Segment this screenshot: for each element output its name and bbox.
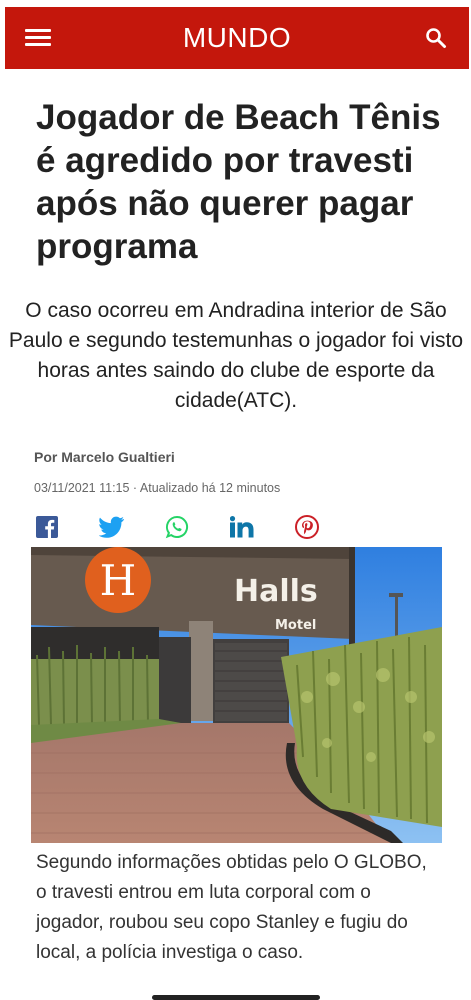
article-photo: H Halls Motel	[31, 547, 442, 843]
motel-sign-sub: Motel	[275, 618, 316, 633]
photo-caption: Segundo informações obtidas pelo O GLOBO…	[36, 852, 427, 963]
motel-logo-letter: H	[100, 556, 137, 605]
pinterest-icon[interactable]	[294, 514, 320, 540]
whatsapp-icon[interactable]	[164, 514, 190, 540]
home-indicator[interactable]	[152, 995, 320, 1000]
article-author[interactable]: Por Marcelo Gualtieri	[34, 449, 175, 465]
article-headline: Jogador de Beach Tênis é agredido por tr…	[36, 98, 441, 266]
facebook-icon[interactable]	[34, 514, 60, 540]
hamburger-menu-icon[interactable]	[25, 27, 51, 47]
top-bar: MUNDO	[5, 7, 469, 69]
article-timestamp: 03/11/2021 11:15 · Atualizado há 12 minu…	[34, 481, 281, 495]
twitter-icon[interactable]	[99, 514, 125, 540]
motel-sign-name: Halls	[234, 574, 318, 609]
search-icon[interactable]	[425, 27, 447, 49]
article-subtitle: O caso ocorreu em Andradina interior de …	[8, 299, 464, 412]
section-title[interactable]: MUNDO	[183, 22, 291, 54]
share-bar	[34, 514, 320, 540]
linkedin-icon[interactable]	[229, 514, 255, 540]
